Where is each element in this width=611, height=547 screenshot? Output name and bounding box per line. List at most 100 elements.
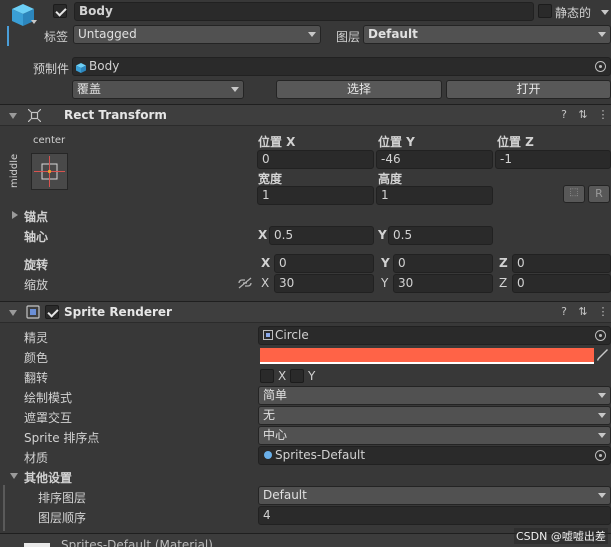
flip-y-checkbox[interactable] bbox=[290, 369, 304, 383]
anchor-h-label: center bbox=[33, 135, 66, 146]
anchor-presets-button[interactable] bbox=[31, 153, 68, 190]
open-button[interactable]: 打开 bbox=[446, 80, 611, 99]
sprite-label: 精灵 bbox=[24, 331, 49, 345]
active-checkbox[interactable] bbox=[53, 4, 67, 18]
pivot-label: 轴心 bbox=[24, 230, 49, 244]
scale-y-field[interactable]: 30 bbox=[393, 274, 493, 293]
material-value: Sprites-Default bbox=[275, 448, 366, 462]
gameobject-name-field[interactable]: Body bbox=[74, 2, 534, 21]
sprite-value: Circle bbox=[275, 328, 309, 342]
rect-transform-title: Rect Transform bbox=[64, 108, 167, 122]
help-icon[interactable]: ? bbox=[558, 109, 570, 121]
mask-interaction-value: 无 bbox=[263, 408, 276, 422]
select-button[interactable]: 选择 bbox=[276, 80, 442, 99]
foldout-arrow-icon[interactable] bbox=[9, 310, 17, 316]
foldout-arrow-icon[interactable] bbox=[9, 113, 17, 119]
presets-icon[interactable]: ⇅ bbox=[577, 306, 589, 318]
pos-y-field[interactable]: -46 bbox=[376, 150, 493, 169]
pivot-x-axis-label[interactable]: X bbox=[258, 228, 267, 242]
material-footer-label: Sprites-Default (Material) bbox=[61, 538, 213, 547]
scale-label: 缩放 bbox=[24, 278, 49, 292]
anchors-foldout-icon[interactable] bbox=[12, 211, 18, 219]
color-swatch[interactable] bbox=[260, 348, 594, 364]
flip-x-label: X bbox=[278, 369, 287, 383]
static-dropdown-arrow-icon[interactable] bbox=[601, 10, 609, 15]
pos-z-field[interactable]: -1 bbox=[495, 150, 611, 169]
watermark: CSDN @嘘嘘出差 bbox=[514, 528, 608, 544]
tag-value: Untagged bbox=[78, 27, 137, 41]
rot-y-field[interactable]: 0 bbox=[393, 254, 493, 273]
pos-x-field[interactable]: 0 bbox=[257, 150, 374, 169]
draw-mode-label: 绘制模式 bbox=[24, 391, 73, 405]
order-in-layer-field[interactable]: 4 bbox=[258, 506, 611, 525]
more-options-icon[interactable]: ⋮ bbox=[597, 109, 609, 121]
material-sphere-icon bbox=[264, 451, 272, 459]
raw-edit-button[interactable]: R bbox=[588, 185, 610, 203]
draw-mode-dropdown[interactable]: 简单 bbox=[258, 386, 611, 405]
sprite-field[interactable]: Circle bbox=[258, 326, 611, 345]
overrides-dropdown[interactable]: 覆盖 bbox=[72, 80, 244, 99]
width-field[interactable]: 1 bbox=[257, 186, 374, 205]
material-field[interactable]: Sprites-Default bbox=[258, 446, 611, 465]
object-picker-icon[interactable] bbox=[595, 330, 606, 341]
other-settings-label[interactable]: 其他设置 bbox=[24, 469, 72, 486]
chevron-down-icon bbox=[308, 32, 316, 37]
object-picker-icon[interactable] bbox=[595, 450, 606, 461]
material-label: 材质 bbox=[24, 451, 49, 465]
chevron-down-icon bbox=[598, 32, 606, 37]
help-icon[interactable]: ? bbox=[558, 306, 570, 318]
height-field[interactable]: 1 bbox=[376, 186, 493, 205]
flip-x-checkbox[interactable] bbox=[260, 369, 274, 383]
sprite-renderer-enabled-checkbox[interactable] bbox=[45, 305, 59, 319]
other-settings-indent-bar bbox=[3, 485, 5, 531]
color-label: 颜色 bbox=[24, 351, 49, 365]
icon-dropdown-arrow-icon[interactable] bbox=[31, 20, 37, 24]
layer-dropdown[interactable]: Default bbox=[363, 25, 611, 44]
pivot-x-field[interactable]: 0.5 bbox=[269, 226, 374, 245]
sorting-layer-label: 排序图层 bbox=[38, 491, 87, 505]
more-options-icon[interactable]: ⋮ bbox=[597, 306, 609, 318]
sort-point-value: 中心 bbox=[263, 428, 288, 442]
sorting-layer-value: Default bbox=[263, 488, 307, 502]
rot-z-axis-label[interactable]: Z bbox=[499, 256, 508, 270]
other-settings-foldout-icon[interactable] bbox=[10, 473, 18, 479]
rect-transform-header[interactable]: Rect Transform ? ⇅ ⋮ bbox=[0, 104, 611, 126]
sprite-renderer-header[interactable]: Sprite Renderer ? ⇅ ⋮ bbox=[0, 301, 611, 323]
pivot-y-axis-label[interactable]: Y bbox=[378, 228, 387, 242]
chevron-down-icon bbox=[231, 87, 239, 92]
sort-point-dropdown[interactable]: 中心 bbox=[258, 426, 611, 445]
eyedropper-icon[interactable] bbox=[597, 348, 609, 362]
constrain-proportions-icon[interactable] bbox=[238, 277, 252, 289]
scale-z-axis-label[interactable]: Z bbox=[499, 276, 507, 290]
rot-z-field[interactable]: 0 bbox=[512, 254, 611, 273]
pos-y-label: 位置 Y bbox=[378, 135, 415, 149]
rot-y-axis-label[interactable]: Y bbox=[381, 256, 390, 270]
scale-z-field[interactable]: 0 bbox=[512, 274, 611, 293]
mask-interaction-label: 遮罩交互 bbox=[24, 411, 73, 425]
anchor-v-label: middle bbox=[9, 153, 20, 188]
width-label: 宽度 bbox=[258, 172, 283, 186]
chevron-down-icon bbox=[598, 433, 606, 438]
sorting-layer-dropdown[interactable]: Default bbox=[258, 486, 611, 505]
presets-icon[interactable]: ⇅ bbox=[577, 109, 589, 121]
flip-y-label: Y bbox=[308, 369, 316, 383]
rot-x-field[interactable]: 0 bbox=[274, 254, 374, 273]
blueprint-mode-button[interactable]: ⬚ bbox=[563, 185, 585, 203]
static-checkbox[interactable] bbox=[538, 4, 552, 18]
prefab-field[interactable]: Body bbox=[72, 57, 611, 76]
height-label: 高度 bbox=[378, 172, 403, 186]
tag-dropdown[interactable]: Untagged bbox=[73, 25, 321, 44]
draw-mode-value: 简单 bbox=[263, 388, 288, 402]
scale-x-field[interactable]: 30 bbox=[274, 274, 374, 293]
scale-y-axis-label[interactable]: Y bbox=[381, 276, 388, 290]
prefab-cube-icon bbox=[76, 61, 86, 73]
scale-x-axis-label[interactable]: X bbox=[261, 276, 269, 290]
static-label: 静态的 bbox=[555, 6, 592, 20]
mask-interaction-dropdown[interactable]: 无 bbox=[258, 406, 611, 425]
rotation-label: 旋转 bbox=[24, 258, 49, 272]
sprite-renderer-icon bbox=[26, 305, 40, 319]
pivot-y-field[interactable]: 0.5 bbox=[388, 226, 493, 245]
object-picker-icon[interactable] bbox=[595, 61, 606, 72]
rot-x-axis-label[interactable]: X bbox=[261, 256, 270, 270]
anchors-label[interactable]: 锚点 bbox=[24, 208, 48, 225]
